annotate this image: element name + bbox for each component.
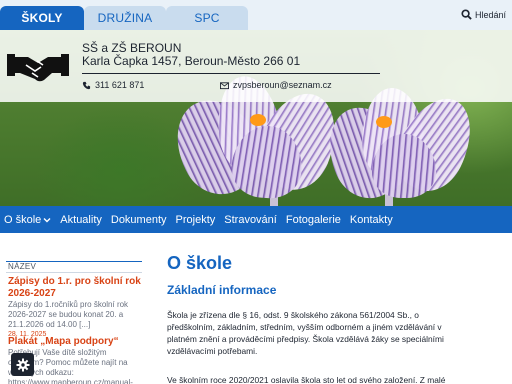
site-tabs: ŠKOLY DRUŽINA SPC — [0, 6, 248, 30]
flower-stamen — [376, 116, 392, 128]
news-excerpt: Zápisy do 1.ročníků pro školní rok 2026-… — [8, 300, 129, 329]
nav-item-fotogalerie[interactable]: Fotogalerie — [286, 214, 341, 226]
page: ŠKOLY DRUŽINA SPC Hledání SŠ a ZŠ BEROUN… — [0, 0, 512, 384]
phone-contact[interactable]: 311 621 871 — [82, 80, 144, 90]
page-title: O škole — [167, 253, 233, 273]
main-nav: O škole Aktuality Dokumenty Projekty Str… — [0, 206, 512, 233]
nav-item-kontakty[interactable]: Kontakty — [350, 214, 393, 226]
search-button[interactable]: Hledání — [461, 9, 506, 20]
school-address: Karla Čapka 1457, Beroun-Město 266 01 — [82, 54, 301, 68]
chevron-down-icon — [43, 217, 51, 222]
nav-item-o-skole[interactable]: O škole — [4, 214, 51, 226]
accessibility-settings-button[interactable] — [11, 353, 34, 376]
tab-druzina[interactable]: DRUŽINA — [84, 6, 166, 30]
nav-item-aktuality[interactable]: Aktuality — [60, 214, 102, 226]
handshake-icon — [7, 54, 69, 82]
gear-icon — [16, 358, 29, 371]
school-name: SŠ a ZŠ BEROUN — [82, 41, 182, 55]
nav-item-dokumenty[interactable]: Dokumenty — [111, 214, 167, 226]
sidebar-rule — [6, 272, 142, 273]
nav-item-projekty[interactable]: Projekty — [176, 214, 216, 226]
nav-label: O škole — [4, 213, 42, 226]
history-paragraph: Ve školním roce 2020/2021 oslavila škola… — [167, 375, 446, 384]
hero-banner: SŠ a ZŠ BEROUN Karla Čapka 1457, Beroun-… — [0, 30, 512, 206]
search-icon — [461, 9, 472, 20]
email-contact[interactable]: zvpsberoun@seznam.cz — [220, 80, 332, 90]
news-title[interactable]: Zápisy do 1.r. pro školní rok 2026-2027 — [8, 276, 142, 300]
intro-paragraph: Škola je zřízena dle § 16, odst. 9 škols… — [167, 310, 444, 356]
search-label: Hledání — [474, 9, 506, 20]
flower-stamen — [250, 114, 266, 126]
envelope-icon — [220, 81, 229, 89]
phone-number: 311 621 871 — [95, 80, 145, 90]
news-item[interactable]: Zápisy do 1.r. pro školní rok 2026-2027 … — [8, 276, 142, 340]
top-tab-bar: ŠKOLY DRUŽINA SPC Hledání — [0, 0, 512, 30]
section-heading: Základní informace — [167, 283, 277, 297]
news-title[interactable]: Plakát „Mapa podpory“ — [8, 336, 142, 348]
tab-skoly[interactable]: ŠKOLY — [0, 6, 84, 30]
email-address: zvpsberoun@seznam.cz — [233, 80, 332, 90]
sidebar-header: NÁZEV — [8, 262, 37, 271]
tab-spc[interactable]: SPC — [166, 6, 248, 30]
phone-icon — [82, 81, 91, 89]
header-divider — [82, 73, 380, 74]
nav-item-stravovani[interactable]: Stravování — [224, 214, 277, 226]
